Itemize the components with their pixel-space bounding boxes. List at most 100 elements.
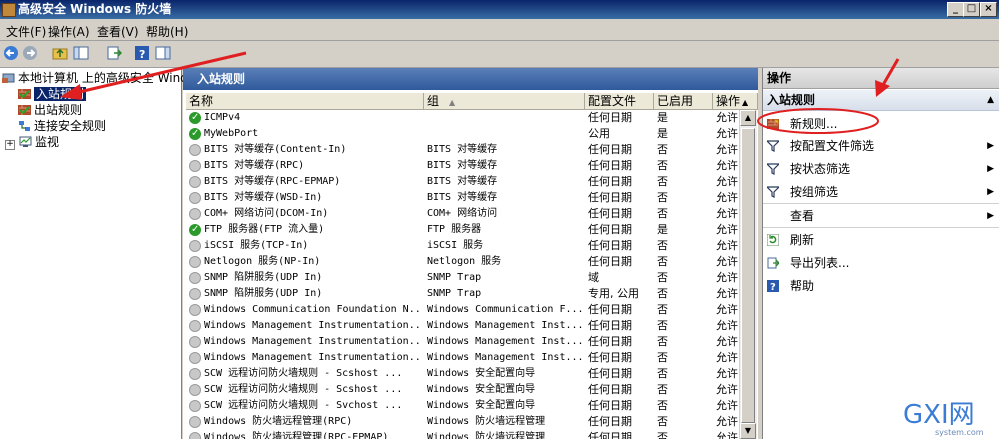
rule-enabled: 否 <box>657 239 668 252</box>
rule-name: Windows Management Instrumentation... <box>204 320 422 331</box>
tree-root-node[interactable]: 本地计算机 上的高级安全 Windows <box>2 70 211 86</box>
rule-row[interactable]: BITS 对等缓存(RPC-EPMAP) BITS 对等缓存 任何日期 否 允许 <box>186 174 739 190</box>
rule-action: 允许 <box>716 335 738 348</box>
tree-item-monitoring[interactable]: + 监视 <box>5 134 59 150</box>
scroll-header-arrow-icon: ▲ <box>742 98 749 107</box>
filter-icon <box>767 186 779 198</box>
action-item[interactable]: 按组筛选 ▶ <box>763 182 999 202</box>
menu-help[interactable]: 帮助(H) <box>146 23 188 40</box>
rules-scrollbar[interactable]: ▲ ▼ <box>739 110 757 439</box>
rule-row[interactable]: SNMP 陷阱服务(UDP In) SNMP Trap 域 否 允许 <box>186 270 739 286</box>
up-folder-icon[interactable] <box>52 45 68 61</box>
menu-action[interactable]: 操作(A) <box>48 23 90 40</box>
rule-disabled-icon <box>189 400 201 412</box>
column-header-name[interactable]: 名称 <box>186 93 424 109</box>
rule-enabled: 否 <box>657 367 668 380</box>
rule-row[interactable]: COM+ 网络访问(DCOM-In) COM+ 网络访问 任何日期 否 允许 <box>186 206 739 222</box>
menu-view[interactable]: 查看(V) <box>97 23 139 40</box>
actions-section-title: 入站规则 <box>767 93 816 107</box>
tree-item-label: 监视 <box>35 135 60 149</box>
rule-row[interactable]: BITS 对等缓存(RPC) BITS 对等缓存 任何日期 否 允许 <box>186 158 739 174</box>
action-item[interactable]: 按状态筛选 ▶ <box>763 159 999 179</box>
scroll-down-button[interactable]: ▼ <box>740 423 756 439</box>
back-icon[interactable] <box>3 45 19 61</box>
restore-button[interactable]: □ <box>963 2 980 17</box>
rule-profile: 域 <box>588 271 599 284</box>
column-header-profile[interactable]: 配置文件 <box>585 93 654 109</box>
inbound-rules-icon <box>18 89 31 99</box>
rule-group: Windows 安全配置向导 <box>427 368 536 379</box>
action-item[interactable]: 查看 ▶ <box>763 206 999 226</box>
rule-row[interactable]: Windows Management Instrumentation... Win… <box>186 350 739 366</box>
action-item[interactable]: ? 帮助 <box>763 276 999 296</box>
rule-profile: 任何日期 <box>588 303 632 316</box>
rule-row[interactable]: Windows 防火墙远程管理(RPC-EPMAP) Windows 防火墙远程管… <box>186 430 739 439</box>
rule-profile: 任何日期 <box>588 159 632 172</box>
column-header-action[interactable]: 操作 ▲ <box>713 93 758 109</box>
action-item[interactable]: 新规则... <box>763 114 999 134</box>
filter-icon <box>767 140 779 152</box>
rule-name: BITS 对等缓存(Content-In) <box>204 144 347 155</box>
site-watermark-logo: GXI网 system.com <box>903 400 984 437</box>
menu-file[interactable]: 文件(F) <box>6 23 46 40</box>
rule-row[interactable]: iSCSI 服务(TCP-In) iSCSI 服务 任何日期 否 允许 <box>186 238 739 254</box>
rule-row[interactable]: Netlogon 服务(NP-In) Netlogon 服务 任何日期 否 允许 <box>186 254 739 270</box>
rule-row[interactable]: BITS 对等缓存(Content-In) BITS 对等缓存 任何日期 否 允许 <box>186 142 739 158</box>
rule-row[interactable]: Windows Communication Foundation N... Win… <box>186 302 739 318</box>
scroll-thumb[interactable] <box>741 128 755 423</box>
rule-row[interactable]: Windows 防火墙远程管理(RPC) Windows 防火墙远程管理 任何日期 否… <box>186 414 739 430</box>
rule-action: 允许 <box>716 127 738 140</box>
new-rule-icon <box>767 119 779 129</box>
rule-group: Windows 安全配置向导 <box>427 384 536 395</box>
tree-item-inbound-rules[interactable]: 入站规则 <box>18 86 87 102</box>
column-header-group[interactable]: 组 ▲ <box>424 93 585 109</box>
firewall-app-icon <box>2 3 16 17</box>
rule-row[interactable]: SCW 远程访问防火墙规则 - Scshost ... Windows 安全配置向… <box>186 366 739 382</box>
help-icon[interactable]: ? <box>134 45 150 61</box>
rule-row[interactable]: SNMP 陷阱服务(UDP In) SNMP Trap 专用, 公用 否 允许 <box>186 286 739 302</box>
action-item[interactable]: 刷新 <box>763 230 999 250</box>
rule-row[interactable]: ✓ ICMPv4 任何日期 是 允许 <box>186 110 739 126</box>
tree-item-outbound-rules[interactable]: 出站规则 <box>18 102 82 118</box>
rule-row[interactable]: ✓ MyWebPort 公用 是 允许 <box>186 126 739 142</box>
rule-group: iSCSI 服务 <box>427 240 484 251</box>
collapse-icon[interactable]: ▲ <box>987 90 994 110</box>
rule-enabled: 否 <box>657 431 668 439</box>
watermark-domain: system.com <box>935 428 984 437</box>
tree-item-connection-security-rules[interactable]: 连接安全规则 <box>18 118 106 134</box>
scroll-up-button[interactable]: ▲ <box>740 110 756 126</box>
refresh-icon <box>767 234 779 246</box>
rule-name: MyWebPort <box>204 128 259 139</box>
rule-disabled-icon <box>189 304 201 316</box>
rule-profile: 公用 <box>588 127 610 140</box>
export-list-icon[interactable] <box>106 45 122 61</box>
rule-group: COM+ 网络访问 <box>427 208 498 219</box>
rule-row[interactable]: Windows Management Instrumentation... Win… <box>186 334 739 350</box>
minimize-button[interactable]: _ <box>947 2 964 17</box>
action-item-label: 按状态筛选 <box>790 162 851 176</box>
actions-pane: 操作 入站规则 ▲ 新规则... 按配置文件筛选 ▶ 按状态筛选 ▶ 按组筛选 ▶ 查看 ▶ 刷新… <box>762 68 999 439</box>
rule-row[interactable]: Windows Management Instrumentation... Win… <box>186 318 739 334</box>
rule-enabled: 否 <box>657 159 668 172</box>
rule-action: 允许 <box>716 431 738 439</box>
outbound-rules-icon <box>18 105 31 115</box>
action-item[interactable]: 导出列表... <box>763 253 999 273</box>
rule-row[interactable]: BITS 对等缓存(WSD-In) BITS 对等缓存 任何日期 否 允许 <box>186 190 739 206</box>
expand-toggle[interactable]: + <box>5 140 15 150</box>
rule-name: Windows 防火墙远程管理(RPC-EPMAP) <box>204 432 389 439</box>
forward-icon[interactable] <box>22 45 38 61</box>
close-button[interactable]: × <box>980 2 997 17</box>
rule-row[interactable]: SCW 远程访问防火墙规则 - Scshost ... Windows 安全配置向… <box>186 382 739 398</box>
rule-name: BITS 对等缓存(RPC-EPMAP) <box>204 176 341 187</box>
properties-view-icon[interactable] <box>155 45 171 61</box>
rule-profile: 任何日期 <box>588 223 632 236</box>
action-item[interactable]: 按配置文件筛选 ▶ <box>763 136 999 156</box>
rule-name: ICMPv4 <box>204 112 241 123</box>
rule-row[interactable]: ✓ FTP 服务器(FTP 流入量) FTP 服务器 任何日期 是 允许 <box>186 222 739 238</box>
show-hide-tree-icon[interactable] <box>73 45 89 61</box>
connection-security-icon <box>19 121 30 131</box>
actions-section-header[interactable]: 入站规则 ▲ <box>763 90 999 111</box>
rule-row[interactable]: SCW 远程访问防火墙规则 - Svchost ... Windows 安全配置向… <box>186 398 739 414</box>
column-header-enabled[interactable]: 已启用 <box>654 93 713 109</box>
rule-action: 允许 <box>716 367 738 380</box>
